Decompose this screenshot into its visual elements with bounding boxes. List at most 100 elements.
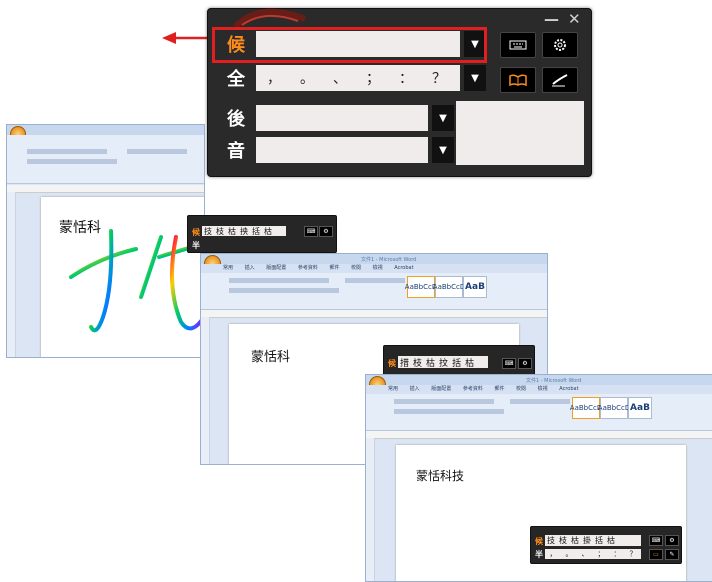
keyboard-icon[interactable]: ⌨ bbox=[649, 535, 663, 546]
cand[interactable]: 枯 bbox=[571, 535, 579, 546]
format-buttons[interactable] bbox=[394, 409, 504, 414]
sym[interactable]: 。 bbox=[566, 549, 573, 559]
cand[interactable]: 枝 bbox=[216, 226, 224, 237]
tab[interactable]: 插入 bbox=[245, 265, 255, 271]
style-nospace[interactable]: AaBbCcD bbox=[433, 276, 465, 298]
title-bar: 文件1 - Microsoft Word bbox=[366, 375, 712, 385]
cand[interactable]: 抰 bbox=[240, 226, 248, 237]
sym[interactable]: ？ bbox=[630, 549, 637, 559]
settings-button[interactable] bbox=[542, 32, 578, 58]
back-field[interactable] bbox=[256, 105, 428, 131]
symbol-dropdown[interactable]: ▼ bbox=[464, 65, 486, 91]
tab[interactable]: 常用 bbox=[223, 265, 233, 271]
pen-icon[interactable]: ✎ bbox=[665, 549, 679, 560]
cand[interactable]: 枯 bbox=[228, 226, 236, 237]
tab[interactable]: 檢視 bbox=[373, 265, 383, 271]
sound-key[interactable]: 音 bbox=[216, 135, 256, 165]
gear-icon[interactable]: ⚙ bbox=[518, 358, 532, 369]
font-box[interactable] bbox=[229, 278, 329, 283]
handwriting-button[interactable] bbox=[542, 67, 578, 93]
font-box[interactable] bbox=[27, 149, 107, 154]
tab[interactable]: 檢視 bbox=[538, 386, 548, 392]
back-row: 後 ▼ bbox=[216, 103, 456, 133]
keyboard-icon bbox=[509, 40, 527, 50]
tab[interactable]: 插入 bbox=[410, 386, 420, 392]
tab[interactable]: Acrobat bbox=[394, 265, 413, 271]
cand[interactable]: 抆 bbox=[439, 356, 448, 369]
para-buttons[interactable] bbox=[345, 278, 405, 283]
tab[interactable]: 郵件 bbox=[329, 265, 339, 271]
symbol-key[interactable]: ？ bbox=[425, 65, 453, 91]
logo-icon bbox=[232, 8, 307, 29]
tab[interactable]: 參考資料 bbox=[298, 265, 318, 271]
sound-dropdown[interactable]: ▼ bbox=[432, 137, 454, 163]
keyboard-icon[interactable]: ⌨ bbox=[502, 358, 516, 369]
cand[interactable]: 枯 bbox=[264, 226, 272, 237]
fullwidth-key[interactable]: 全 bbox=[216, 63, 256, 93]
mini-cand-key[interactable]: 候 bbox=[535, 536, 543, 547]
keyboard-icon[interactable]: ⌨ bbox=[304, 226, 318, 237]
minimize-button[interactable]: — bbox=[544, 12, 559, 27]
tab[interactable]: 校閱 bbox=[516, 386, 526, 392]
tab[interactable]: 郵件 bbox=[494, 386, 504, 392]
cand[interactable]: 措 bbox=[400, 356, 409, 369]
tab[interactable]: 版面配置 bbox=[431, 386, 451, 392]
para-buttons[interactable] bbox=[510, 399, 570, 404]
ruler bbox=[366, 431, 712, 439]
symbol-key[interactable]: ； bbox=[359, 65, 387, 91]
cand[interactable]: 枝 bbox=[413, 356, 422, 369]
para-buttons[interactable] bbox=[127, 149, 187, 154]
symbol-key[interactable]: 、 bbox=[326, 65, 354, 91]
style-nospace[interactable]: AaBbCcD bbox=[598, 397, 630, 419]
sym[interactable]: ： bbox=[614, 549, 621, 559]
style-normal[interactable]: AaBbCcD bbox=[405, 276, 437, 298]
keyboard-button[interactable] bbox=[500, 32, 536, 58]
ruler bbox=[7, 185, 204, 193]
symbol-field: ， 。 、 ； ： ？ bbox=[256, 65, 460, 91]
gear-icon[interactable]: ⚙ bbox=[319, 226, 333, 237]
back-key[interactable]: 後 bbox=[216, 103, 256, 133]
mini-cand-key[interactable]: 候 bbox=[388, 358, 396, 369]
sound-field[interactable] bbox=[256, 137, 428, 163]
symbol-key[interactable]: ： bbox=[392, 65, 420, 91]
cand[interactable]: 枯 bbox=[426, 356, 435, 369]
cand[interactable]: 技 bbox=[547, 535, 555, 546]
sym[interactable]: 、 bbox=[582, 549, 589, 559]
tab[interactable]: 參考資料 bbox=[463, 386, 483, 392]
sym[interactable]: ， bbox=[550, 549, 557, 559]
cand[interactable]: 技 bbox=[204, 226, 212, 237]
document-page[interactable]: 蒙恬科 bbox=[41, 197, 204, 357]
style-normal[interactable]: AaBbCcD bbox=[570, 397, 602, 419]
cand[interactable]: 枝 bbox=[559, 535, 567, 546]
cand[interactable]: 括 bbox=[252, 226, 260, 237]
mini-cand-key[interactable]: 候 bbox=[192, 227, 200, 238]
ime-panel: — ✕ 候 ▼ 全 ， 。 、 ； ： ？ ▼ 後 ▼ 音 ▼ bbox=[207, 8, 592, 177]
red-arrow-icon bbox=[162, 32, 210, 44]
dictionary-button[interactable] bbox=[500, 67, 536, 93]
tab[interactable]: 常用 bbox=[388, 386, 398, 392]
cand[interactable]: 掛 bbox=[583, 535, 591, 546]
tab[interactable]: Acrobat bbox=[559, 386, 578, 392]
format-buttons[interactable] bbox=[27, 159, 117, 164]
gear-icon bbox=[554, 39, 566, 51]
close-button[interactable]: ✕ bbox=[568, 12, 581, 27]
tab[interactable]: 版面配置 bbox=[266, 265, 286, 271]
ruler bbox=[201, 310, 547, 318]
mini-full-key[interactable]: 半 bbox=[192, 240, 200, 251]
symbol-key[interactable]: ， bbox=[260, 65, 288, 91]
book-icon[interactable]: ▭ bbox=[649, 549, 663, 560]
symbol-key[interactable]: 。 bbox=[293, 65, 321, 91]
format-buttons[interactable] bbox=[229, 288, 339, 293]
cand[interactable]: 枯 bbox=[465, 356, 474, 369]
mini-full-key[interactable]: 半 bbox=[535, 549, 543, 560]
back-dropdown[interactable]: ▼ bbox=[432, 105, 454, 131]
style-heading[interactable]: AaB bbox=[628, 397, 652, 419]
font-box[interactable] bbox=[394, 399, 494, 404]
cand[interactable]: 括 bbox=[452, 356, 461, 369]
tab[interactable]: 校閱 bbox=[351, 265, 361, 271]
cand[interactable]: 括 bbox=[595, 535, 603, 546]
style-heading[interactable]: AaB bbox=[463, 276, 487, 298]
sym[interactable]: ； bbox=[598, 549, 605, 559]
cand[interactable]: 枯 bbox=[607, 535, 615, 546]
gear-icon[interactable]: ⚙ bbox=[665, 535, 679, 546]
